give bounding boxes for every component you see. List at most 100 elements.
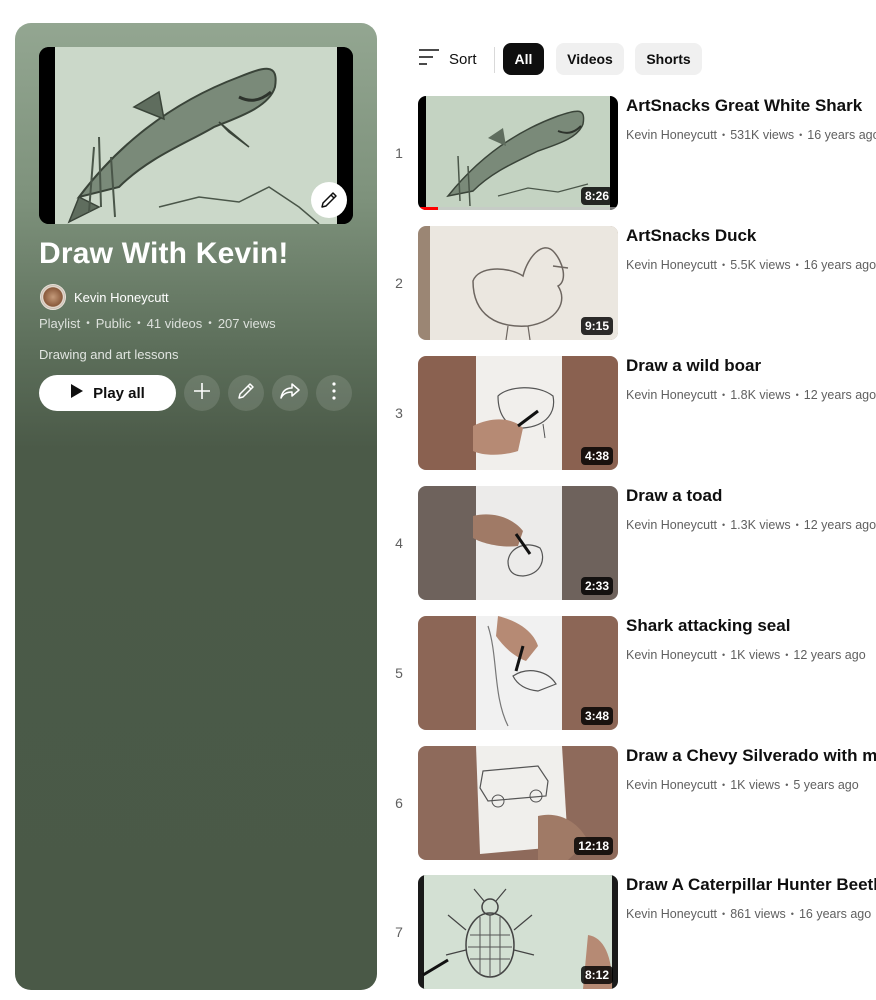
owner-name-link[interactable]: Kevin Honeycutt [74, 290, 169, 305]
video-views: 531K views [730, 128, 795, 142]
video-views: 5.5K views [730, 258, 791, 272]
video-thumbnail[interactable]: 8:26 [418, 96, 618, 210]
video-duration: 8:12 [580, 966, 613, 984]
meta-separator: • [722, 780, 726, 790]
meta-separator: • [799, 130, 803, 140]
sort-label: Sort [449, 50, 477, 68]
video-age: 16 years ago [803, 258, 876, 272]
watch-progress-fill [418, 207, 438, 210]
video-index: 6 [395, 795, 403, 811]
video-thumbnail[interactable]: 2:33 [418, 486, 618, 600]
video-thumbnail[interactable]: 3:48 [418, 616, 618, 730]
video-views: 861 views [730, 907, 786, 921]
video-metadata: Kevin Honeycutt • 5.5K views • 16 years … [626, 258, 876, 272]
meta-separator: • [795, 390, 799, 400]
meta-separator: • [722, 909, 726, 919]
video-index: 1 [395, 145, 403, 161]
watch-progress-bar [418, 207, 618, 210]
video-title[interactable]: Draw a wild boar [626, 356, 761, 376]
playlist-metadata: Playlist • Public • 41 videos • 207 view… [39, 316, 276, 331]
video-title[interactable]: ArtSnacks Duck [626, 226, 756, 246]
playlist-thumbnail[interactable] [39, 47, 353, 224]
video-duration: 9:15 [580, 317, 613, 335]
video-thumbnail[interactable]: 8:12 [418, 875, 618, 989]
video-channel[interactable]: Kevin Honeycutt [626, 648, 717, 662]
sort-icon [418, 48, 440, 71]
meta-separator: • [722, 260, 726, 270]
video-age: 12 years ago [803, 518, 876, 532]
avatar[interactable] [40, 284, 66, 310]
playlist-views: 207 views [217, 316, 276, 331]
meta-separator: • [785, 650, 789, 660]
meta-separator: • [795, 260, 799, 270]
video-duration: 3:48 [580, 707, 613, 725]
meta-separator: • [208, 318, 212, 329]
share-icon [279, 381, 301, 406]
video-metadata: Kevin Honeycutt • 1.3K views • 12 years … [626, 518, 876, 532]
list-item[interactable]: 2 9:15 ArtSnacks Duck Kevin Honeycutt • … [386, 226, 876, 340]
meta-separator: • [722, 520, 726, 530]
video-views: 1K views [730, 648, 781, 662]
video-channel[interactable]: Kevin Honeycutt [626, 388, 717, 402]
edit-playlist-button[interactable] [228, 375, 264, 411]
video-title[interactable]: Draw a toad [626, 486, 722, 506]
video-index: 3 [395, 405, 403, 421]
filter-divider [494, 47, 495, 73]
play-all-button[interactable]: Play all [39, 375, 176, 411]
list-item[interactable]: 3 4:38 Draw a wild boar Kevin Honeycutt … [386, 356, 876, 470]
video-views: 1.8K views [730, 388, 791, 402]
video-age: 16 years ago [798, 907, 872, 921]
playlist-owner: Kevin Honeycutt [40, 284, 169, 310]
video-channel[interactable]: Kevin Honeycutt [626, 518, 717, 532]
video-duration: 12:18 [574, 837, 613, 855]
video-metadata: Kevin Honeycutt • 1K views • 5 years ago [626, 778, 859, 792]
video-channel[interactable]: Kevin Honeycutt [626, 258, 717, 272]
video-channel[interactable]: Kevin Honeycutt [626, 128, 717, 142]
video-title[interactable]: Draw A Caterpillar Hunter Beetle [626, 875, 876, 895]
list-item[interactable]: 7 8:12 Draw A Caterpillar Hunter Beetle … [386, 875, 876, 989]
video-thumbnail[interactable]: 9:15 [418, 226, 618, 340]
video-index: 7 [395, 924, 403, 940]
chip-videos[interactable]: Videos [556, 43, 624, 75]
plus-icon [192, 381, 212, 406]
meta-separator: • [790, 909, 794, 919]
chip-shorts[interactable]: Shorts [635, 43, 702, 75]
playlist-header-panel: Draw With Kevin! Kevin Honeycutt Playlis… [15, 23, 377, 990]
video-title[interactable]: Draw a Chevy Silverado with me! [626, 746, 876, 766]
playlist-description[interactable]: Drawing and art lessons [39, 347, 178, 362]
chip-all[interactable]: All [503, 43, 544, 75]
pencil-icon [236, 381, 256, 406]
playlist-visibility[interactable]: Public [96, 316, 131, 331]
edit-thumbnail-button[interactable] [311, 182, 347, 218]
add-to-playlist-button[interactable] [184, 375, 220, 411]
video-views: 1K views [730, 778, 781, 792]
list-item[interactable]: 1 8:26 ArtSnacks Great White Shark Kevin… [386, 96, 876, 210]
video-age: 12 years ago [803, 388, 876, 402]
video-title[interactable]: Shark attacking seal [626, 616, 790, 636]
meta-separator: • [722, 130, 726, 140]
video-index: 4 [395, 535, 403, 551]
video-duration: 2:33 [580, 577, 613, 595]
video-channel[interactable]: Kevin Honeycutt [626, 778, 717, 792]
video-metadata: Kevin Honeycutt • 1K views • 12 years ag… [626, 648, 866, 662]
list-item[interactable]: 5 3:48 Shark attacking seal Kevin Honeyc… [386, 616, 876, 730]
video-title[interactable]: ArtSnacks Great White Shark [626, 96, 862, 116]
sort-button[interactable]: Sort [418, 43, 477, 75]
video-channel[interactable]: Kevin Honeycutt [626, 907, 717, 921]
video-metadata: Kevin Honeycutt • 531K views • 16 years … [626, 128, 876, 142]
video-thumbnail[interactable]: 12:18 [418, 746, 618, 860]
video-index: 5 [395, 665, 403, 681]
video-views: 1.3K views [730, 518, 791, 532]
share-button[interactable] [272, 375, 308, 411]
more-actions-button[interactable] [316, 375, 352, 411]
playlist-actions: Play all [39, 375, 352, 411]
meta-separator: • [86, 318, 90, 329]
list-item[interactable]: 4 2:33 Draw a toad Kevin Honeycutt • 1.3… [386, 486, 876, 600]
meta-separator: • [795, 520, 799, 530]
meta-separator: • [722, 390, 726, 400]
video-thumbnail[interactable]: 4:38 [418, 356, 618, 470]
list-item[interactable]: 6 12:18 Draw a Chevy Silverado with me! … [386, 746, 876, 860]
video-metadata: Kevin Honeycutt • 861 views • 16 years a… [626, 907, 871, 921]
video-duration: 4:38 [580, 447, 613, 465]
video-index: 2 [395, 275, 403, 291]
